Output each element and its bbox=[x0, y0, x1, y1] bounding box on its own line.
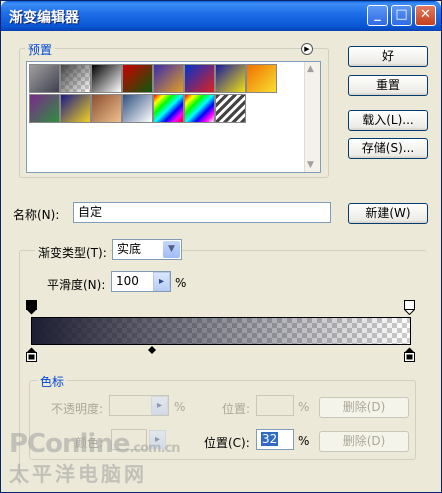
smoothness-unit: % bbox=[175, 276, 187, 290]
gradient-type-label: 渐变类型(T): bbox=[35, 244, 110, 261]
opacity-stop-right[interactable] bbox=[404, 300, 415, 315]
preset-swatch-5[interactable] bbox=[153, 64, 184, 93]
smoothness-value: 100 bbox=[116, 274, 139, 288]
color-label: 颜色: bbox=[75, 436, 104, 450]
smoothness-input[interactable]: 100 ▸ bbox=[111, 271, 171, 292]
presets-menu-icon[interactable]: ▶ bbox=[301, 43, 313, 55]
delete-opacity-stop-button: 删除(D) bbox=[319, 397, 409, 418]
color-location-input[interactable]: 32 bbox=[256, 429, 294, 450]
smoothness-label: 平滑度(N): bbox=[47, 278, 106, 292]
preset-swatch-4[interactable] bbox=[122, 64, 153, 93]
preset-swatch-3[interactable] bbox=[91, 64, 122, 93]
preset-swatch-8[interactable] bbox=[246, 64, 277, 93]
color-swatch bbox=[111, 429, 147, 450]
opacity-location-label: 位置: bbox=[222, 402, 251, 416]
preset-swatch-1[interactable] bbox=[29, 64, 60, 93]
preset-swatch-grid: ▲ ▼ bbox=[26, 61, 321, 173]
preset-swatch-15[interactable] bbox=[215, 94, 246, 123]
gradient-preview-bar[interactable] bbox=[31, 317, 411, 345]
close-button[interactable]: ✕ bbox=[415, 5, 436, 26]
preset-swatch-11[interactable] bbox=[91, 94, 122, 123]
name-input[interactable]: 自定 bbox=[73, 202, 331, 223]
scroll-up-icon[interactable]: ▲ bbox=[307, 64, 314, 74]
title-bar[interactable]: 渐变编辑器 _ □ ✕ bbox=[1, 1, 441, 31]
opacity-input: ▸ bbox=[109, 395, 169, 416]
gradient-type-value: 实底 bbox=[117, 242, 142, 256]
load-button[interactable]: 载入(L)... bbox=[348, 110, 428, 131]
preset-scrollbar[interactable]: ▲ ▼ bbox=[304, 62, 320, 172]
preset-swatch-2[interactable] bbox=[60, 64, 91, 93]
preset-swatch-13[interactable] bbox=[153, 94, 184, 123]
gradient-type-select[interactable]: 实底 ▼ bbox=[112, 239, 182, 260]
color-midpoint-diamond[interactable] bbox=[148, 346, 156, 354]
color-stop-left[interactable] bbox=[26, 347, 37, 362]
scroll-down-icon[interactable]: ▼ bbox=[307, 160, 314, 170]
new-button[interactable]: 新建(W) bbox=[348, 203, 428, 224]
preset-swatch-6[interactable] bbox=[184, 64, 215, 93]
delete-color-stop-button: 删除(D) bbox=[319, 431, 409, 452]
chevron-down-icon[interactable]: ▼ bbox=[163, 241, 180, 258]
opacity-stop-left[interactable] bbox=[26, 300, 37, 315]
color-location-unit: % bbox=[298, 434, 310, 448]
opacity-arrow-icon: ▸ bbox=[151, 396, 168, 415]
color-location-value: 32 bbox=[261, 432, 279, 446]
color-stop-right[interactable] bbox=[404, 347, 415, 362]
presets-label: 预置 bbox=[25, 41, 56, 58]
preset-swatch-9[interactable] bbox=[29, 94, 60, 123]
ok-button[interactable]: 好 bbox=[348, 46, 428, 67]
color-arrow-icon: ▸ bbox=[149, 430, 166, 449]
name-label: 名称(N): bbox=[13, 208, 60, 222]
minimize-button[interactable]: _ bbox=[367, 5, 388, 26]
preset-swatch-12[interactable] bbox=[122, 94, 153, 123]
window-title: 渐变编辑器 bbox=[9, 10, 79, 26]
color-location-label: 位置(C): bbox=[204, 436, 250, 450]
smoothness-arrow-icon[interactable]: ▸ bbox=[153, 272, 170, 291]
opacity-label: 不透明度: bbox=[51, 402, 104, 416]
reset-button[interactable]: 重置 bbox=[348, 75, 428, 96]
maximize-button[interactable]: □ bbox=[391, 5, 412, 26]
opacity-unit: % bbox=[174, 400, 186, 414]
save-button[interactable]: 存储(S)... bbox=[348, 138, 428, 159]
preset-swatch-10[interactable] bbox=[60, 94, 91, 123]
opacity-location-input bbox=[256, 395, 294, 416]
gradient-editor-window: 渐变编辑器 _ □ ✕ 预置 ▶ ▲ ▼ 好 重置 载入(L)... 存储(S)… bbox=[0, 0, 442, 493]
opacity-location-unit: % bbox=[298, 400, 310, 414]
preset-swatch-14[interactable] bbox=[184, 94, 215, 123]
stops-group-label: 色标 bbox=[37, 373, 68, 390]
preset-swatch-7[interactable] bbox=[215, 64, 246, 93]
